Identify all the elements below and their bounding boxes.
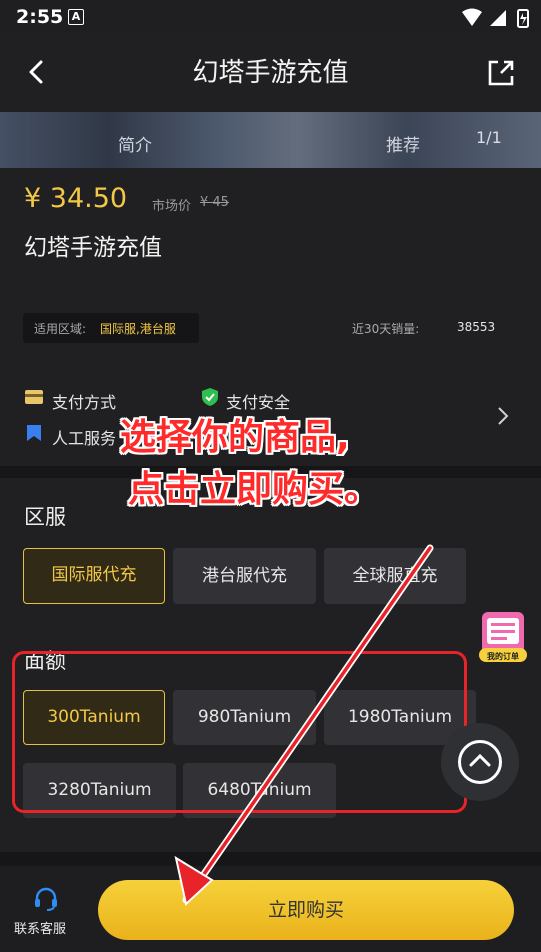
status-time: 2:55 (16, 6, 64, 28)
sales-value: 38553 (457, 320, 496, 334)
sales-label: 近30天销量: (352, 322, 420, 336)
page-title: 幻塔手游充值 (192, 58, 349, 88)
card-icon (25, 390, 43, 404)
highlight-box (12, 651, 467, 813)
status-icons (462, 8, 529, 28)
signal-icon (490, 10, 506, 26)
chevron-right-icon[interactable] (496, 405, 510, 427)
market-price-label: 市场价 (152, 199, 192, 214)
bottom-divider (0, 852, 541, 866)
headset-icon[interactable] (33, 886, 59, 912)
feature-payment-method: 支付方式 (52, 393, 117, 412)
product-name: 幻塔手游充值 (24, 235, 162, 261)
server-option-global[interactable]: 全球服直充 (324, 548, 466, 604)
feature-manual-service: 人工服务 (52, 429, 117, 448)
market-price-value: ¥ 45 (200, 195, 229, 210)
buy-now-button[interactable]: 立即购买 (98, 880, 514, 940)
notification-a-icon: A (68, 9, 84, 25)
price: ¥ 34.50 (24, 183, 128, 214)
customer-service-label[interactable]: 联系客服 (14, 918, 66, 937)
banner-pager: 1/1 (476, 128, 502, 147)
server-section-title: 区服 (24, 505, 66, 529)
server-option-hk-tw[interactable]: 港台服代充 (173, 548, 316, 604)
shield-check-icon (202, 388, 218, 406)
annotation-line-1: 选择你的商品, (120, 417, 350, 458)
tab-recommend[interactable]: 推荐 (386, 131, 420, 156)
annotation-line-2: 点击立即购买。 (128, 469, 381, 510)
my-orders-label: 我的订单 (487, 652, 519, 661)
chevron-up-icon (458, 740, 502, 784)
bookmark-icon (27, 425, 41, 441)
share-icon[interactable] (486, 58, 516, 88)
instruction-annotation: 选择你的商品, 点击立即购买。 (120, 412, 380, 516)
wifi-icon (462, 8, 482, 26)
region-label: 适用区域: (34, 322, 87, 336)
tab-intro[interactable]: 简介 (118, 131, 152, 156)
feature-payment-security: 支付安全 (226, 393, 291, 412)
region-value: 国际服,港台服 (100, 322, 176, 336)
server-option-international[interactable]: 国际服代充 (23, 548, 165, 604)
